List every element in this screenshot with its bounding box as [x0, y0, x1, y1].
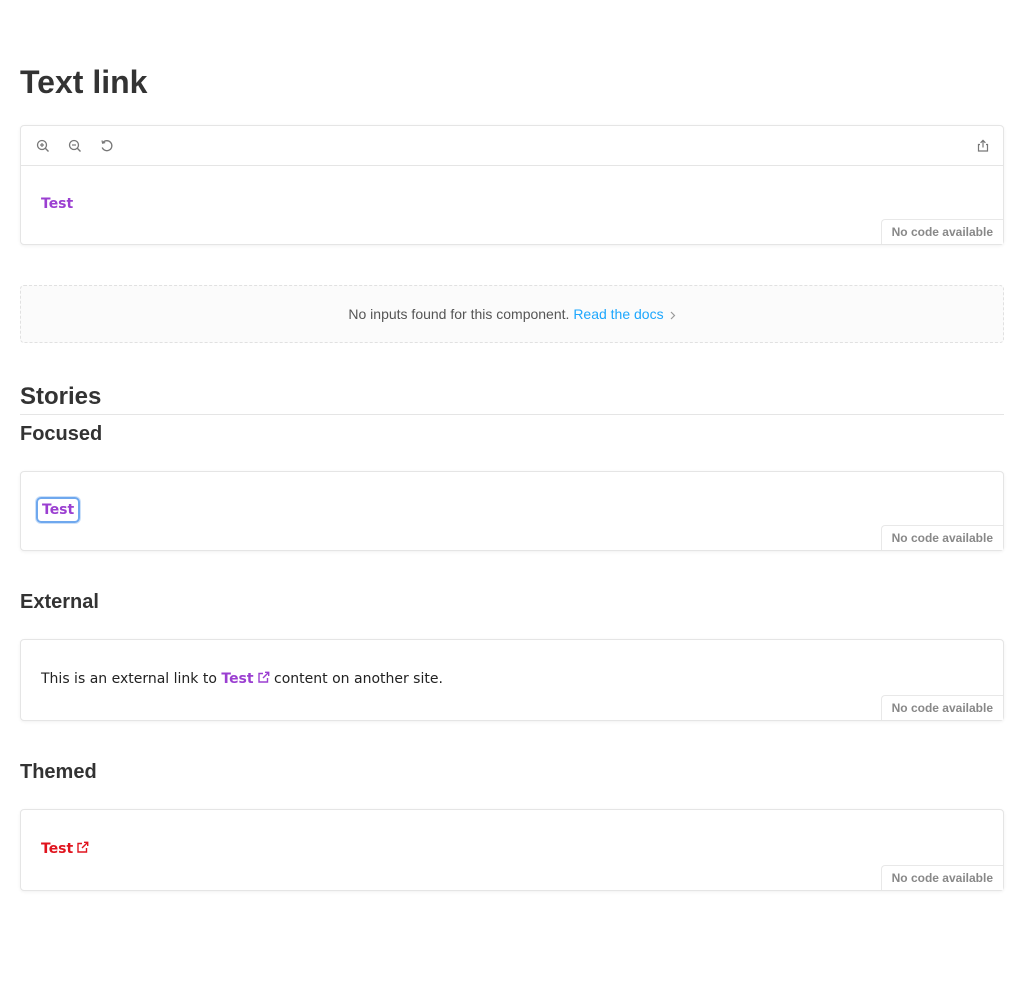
external-sentence: This is an external link to Test content…	[41, 671, 443, 688]
zoom-in-icon[interactable]	[35, 138, 51, 154]
story-title-themed: Themed	[20, 761, 97, 783]
story-canvas-themed: Test No code available	[20, 809, 1004, 891]
story-canvas-external: This is an external link to Test content…	[20, 639, 1004, 721]
primary-canvas: Test No code available	[20, 125, 1004, 245]
no-inputs-text: No inputs found for this component.	[348, 306, 570, 322]
themed-text-link[interactable]: Test	[41, 841, 89, 858]
read-docs-label: Read the docs	[573, 306, 664, 322]
canvas-toolbar	[21, 126, 1003, 166]
no-code-label: No code available	[880, 865, 1003, 890]
sentence-prefix: This is an external link to	[41, 671, 217, 687]
no-code-label: No code available	[880, 695, 1003, 720]
zoom-out-icon[interactable]	[67, 138, 83, 154]
reset-zoom-icon[interactable]	[99, 138, 115, 154]
story-title-external: External	[20, 591, 99, 613]
stories-heading: Stories	[20, 381, 1004, 415]
themed-link-label: Test	[41, 841, 74, 857]
primary-preview: Test No code available	[21, 166, 1003, 244]
external-link-icon	[257, 671, 270, 688]
page-title: Text link	[20, 64, 148, 100]
focus-ring: Test	[36, 497, 81, 523]
external-link-icon	[76, 841, 89, 858]
read-docs-link[interactable]: Read the docs	[573, 306, 675, 322]
no-code-label: No code available	[880, 525, 1003, 550]
sentence-suffix: content on another site.	[274, 671, 443, 687]
text-link-focused[interactable]: Test	[42, 502, 74, 518]
no-inputs-notice: No inputs found for this component. Read…	[20, 285, 1004, 343]
share-icon[interactable]	[975, 138, 991, 154]
chevron-right-icon	[670, 287, 676, 343]
story-canvas-focused: Test No code available	[20, 471, 1004, 551]
text-link[interactable]: Test	[41, 196, 73, 212]
no-code-label: No code available	[880, 219, 1003, 244]
story-title-focused: Focused	[20, 423, 103, 445]
external-link-label: Test	[221, 671, 254, 687]
external-text-link[interactable]: Test	[221, 671, 269, 687]
